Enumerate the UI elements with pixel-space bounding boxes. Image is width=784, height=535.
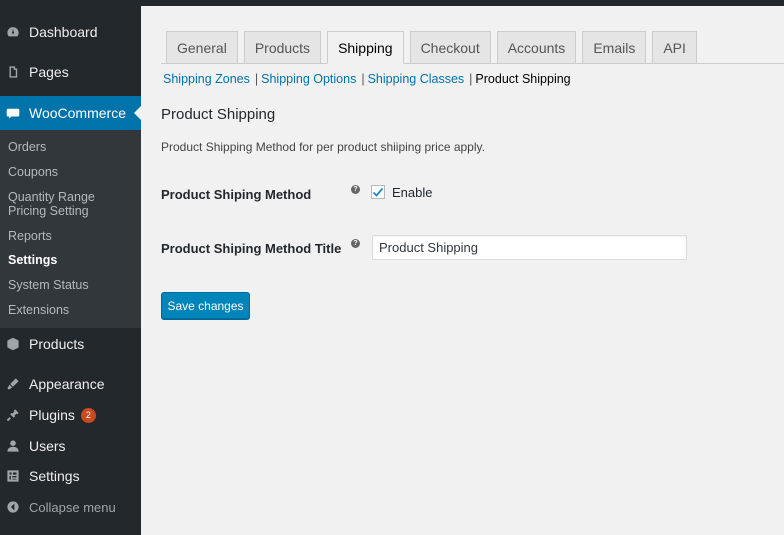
menu-item-settings[interactable]: Settings — [0, 459, 141, 493]
link-shipping-classes[interactable]: Shipping Classes — [368, 72, 465, 86]
woocommerce-icon — [6, 106, 20, 120]
method-title-input[interactable] — [372, 235, 687, 260]
submenu-item-system-status[interactable]: System Status — [8, 278, 136, 292]
submenu-item-orders[interactable]: Orders — [8, 140, 136, 154]
submenu-item-coupons[interactable]: Coupons — [8, 165, 136, 179]
current-section: Product Shipping — [475, 72, 571, 86]
save-changes-button[interactable]: Save changes — [161, 292, 250, 319]
menu-label: Collapse menu — [29, 499, 116, 515]
tab-shipping[interactable]: Shipping — [327, 31, 404, 64]
tab-divider — [161, 63, 784, 64]
section-title: Product Shipping — [161, 106, 276, 123]
method-title-label: Product Shiping Method Title — [161, 241, 342, 256]
menu-label: Dashboard — [29, 24, 98, 40]
plugins-icon — [6, 408, 20, 422]
admin-sidebar: Dashboard Pages WooCommerce Orders Coupo… — [0, 0, 141, 535]
link-shipping-zones[interactable]: Shipping Zones — [163, 72, 250, 86]
menu-item-pages[interactable]: Pages — [0, 55, 141, 89]
checkmark-icon — [372, 187, 384, 197]
tab-api[interactable]: API — [652, 31, 697, 64]
tab-products[interactable]: Products — [243, 31, 322, 64]
tab-accounts[interactable]: Accounts — [496, 31, 577, 64]
help-tip-icon[interactable]: ? — [351, 239, 360, 248]
pages-icon — [6, 65, 20, 79]
menu-item-users[interactable]: Users — [0, 429, 141, 463]
submenu-item-extensions[interactable]: Extensions — [8, 303, 136, 317]
submenu-item-quantity-range-pricing[interactable]: Quantity Range Pricing Setting — [8, 190, 136, 218]
settings-icon — [6, 469, 20, 483]
collapse-menu-button[interactable]: Collapse menu — [0, 490, 141, 524]
tab-general[interactable]: General — [166, 31, 238, 64]
menu-label: Settings — [29, 468, 80, 484]
method-label: Product Shiping Method — [161, 187, 312, 202]
users-icon — [6, 439, 20, 453]
tab-emails[interactable]: Emails — [582, 31, 647, 64]
tab-checkout[interactable]: Checkout — [409, 31, 491, 64]
menu-label: Pages — [29, 64, 69, 80]
admin-bar — [141, 0, 784, 6]
current-menu-arrow — [134, 106, 141, 120]
menu-label: Products — [29, 336, 85, 352]
separator: | — [469, 72, 473, 86]
plugins-update-badge: 2 — [80, 407, 96, 423]
enable-checkbox[interactable] — [371, 185, 385, 199]
settings-tabs: General Products Shipping Checkout Accou… — [166, 31, 703, 64]
menu-label: WooCommerce — [29, 105, 126, 121]
help-tip-icon[interactable]: ? — [351, 185, 360, 194]
appearance-icon — [6, 377, 20, 391]
menu-item-plugins[interactable]: Plugins 2 — [0, 398, 141, 432]
woocommerce-submenu: Orders Coupons Quantity Range Pricing Se… — [0, 130, 141, 328]
shipping-section-nav: Shipping Zones | Shipping Options | Ship… — [163, 72, 571, 86]
menu-label: Plugins — [29, 407, 75, 423]
link-shipping-options[interactable]: Shipping Options — [261, 72, 356, 86]
menu-item-dashboard[interactable]: Dashboard — [0, 15, 141, 49]
menu-item-appearance[interactable]: Appearance — [0, 367, 141, 401]
dashboard-icon — [6, 25, 20, 39]
section-description: Product Shipping Method for per product … — [161, 140, 485, 154]
menu-item-woocommerce[interactable]: WooCommerce — [0, 96, 141, 130]
collapse-icon — [6, 500, 20, 514]
menu-label: Appearance — [29, 376, 105, 392]
enable-label[interactable]: Enable — [392, 185, 432, 200]
menu-item-products[interactable]: Products — [0, 327, 141, 361]
menu-label: Users — [29, 438, 66, 454]
submenu-item-settings[interactable]: Settings — [8, 253, 136, 267]
separator: | — [361, 72, 365, 86]
submenu-item-reports[interactable]: Reports — [8, 229, 136, 243]
separator: | — [254, 72, 259, 86]
products-icon — [6, 337, 20, 351]
